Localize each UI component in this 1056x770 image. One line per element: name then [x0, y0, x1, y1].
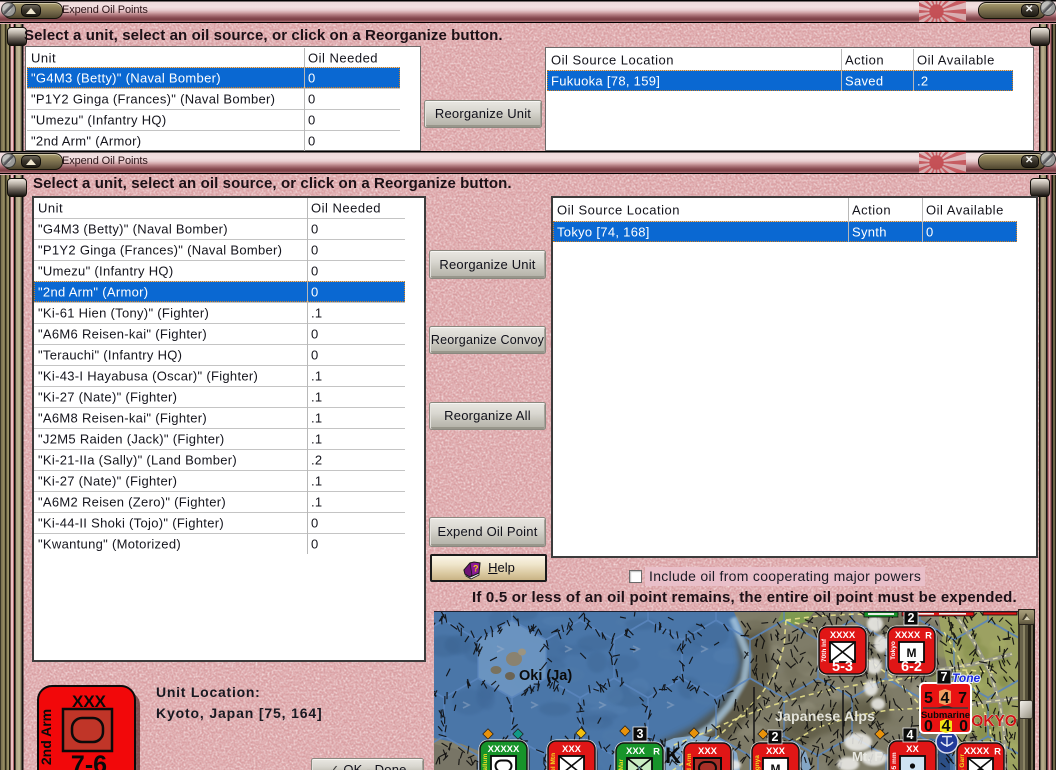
svg-text:R: R — [994, 747, 1001, 758]
svg-text:7: 7 — [958, 690, 967, 707]
svg-text:0: 0 — [959, 718, 968, 735]
svg-text:XXXXX: XXXXX — [488, 744, 520, 755]
svg-text:XX: XX — [906, 744, 919, 755]
svg-text:5: 5 — [924, 690, 933, 707]
svg-text:4: 4 — [907, 728, 914, 742]
svg-text:XXXX: XXXX — [830, 630, 856, 641]
svg-text:XXX: XXX — [698, 746, 718, 757]
svg-text:XXXX: XXXX — [964, 746, 990, 757]
svg-text:Callum: Callum — [482, 753, 489, 770]
svg-text:7-6: 7-6 — [71, 751, 107, 770]
svg-text:Lagnya: Lagnya — [754, 755, 761, 770]
svg-text:70th Inf: 70th Inf — [821, 638, 828, 662]
svg-text:Sel Mtn: Sel Mtn — [550, 753, 557, 770]
svg-text:2nd Arm: 2nd Arm — [38, 709, 54, 765]
svg-text:I Mar: I Mar — [618, 758, 625, 770]
svg-text:5-3: 5-3 — [832, 659, 853, 675]
svg-text:4: 4 — [941, 690, 950, 707]
svg-text:Mt. F: Mt. F — [852, 749, 882, 764]
svg-text:6-2: 6-2 — [901, 659, 922, 675]
svg-text:Oki (Ja): Oki (Ja) — [519, 668, 572, 684]
svg-text:M: M — [771, 762, 781, 770]
svg-text:2nd Arm: 2nd Arm — [686, 753, 693, 770]
svg-text:M: M — [907, 646, 917, 660]
svg-text:XXX: XXX — [626, 746, 646, 757]
svg-text:?: ? — [473, 564, 479, 574]
svg-text:2: 2 — [908, 612, 915, 625]
svg-text:R: R — [653, 747, 660, 758]
svg-text:0: 0 — [924, 718, 933, 735]
svg-text:7: 7 — [941, 670, 948, 684]
svg-text:Japanese Alps: Japanese Alps — [775, 708, 875, 724]
svg-text:XXX: XXX — [766, 746, 786, 757]
svg-text:XXX: XXX — [562, 744, 582, 755]
svg-text:105 mm: 105 mm — [891, 752, 898, 770]
svg-text:4: 4 — [942, 718, 951, 735]
svg-text:Tokyo: Tokyo — [890, 641, 897, 660]
svg-text:R: R — [925, 631, 932, 642]
svg-text:3: 3 — [637, 727, 644, 741]
svg-text:5th Garr: 5th Garr — [959, 753, 966, 770]
svg-text:2: 2 — [772, 730, 779, 744]
svg-text:XXXX: XXXX — [895, 630, 921, 641]
